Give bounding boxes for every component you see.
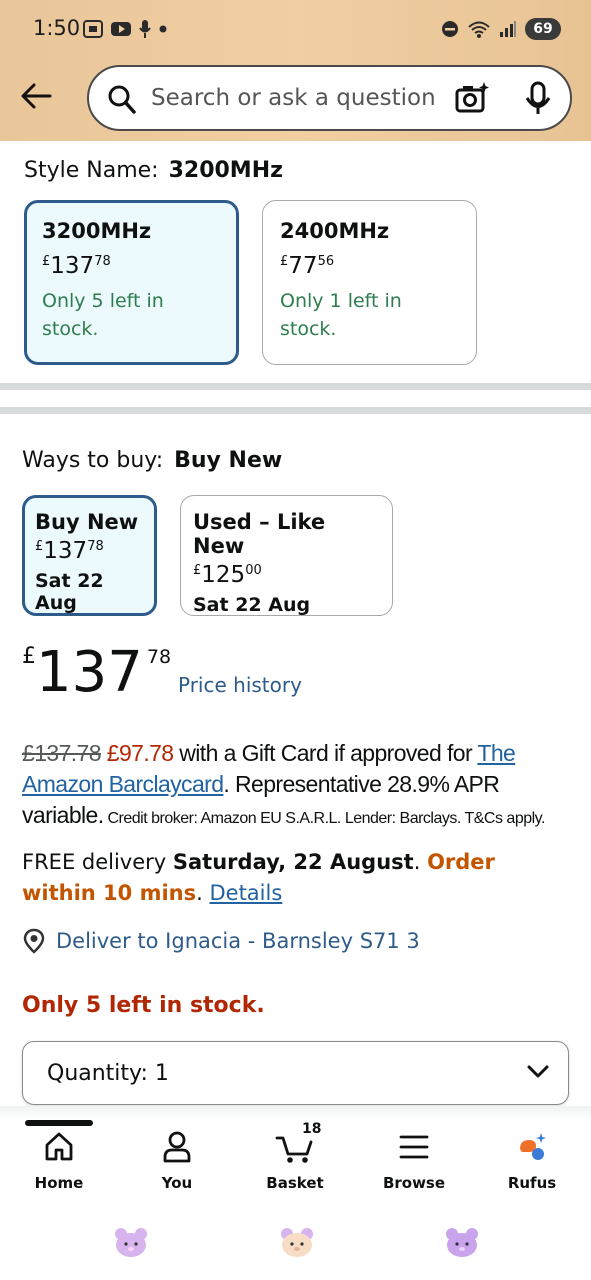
style-name-heading: Style Name: 3200MHz [24, 158, 283, 183]
status-time: 1:50 [33, 16, 81, 40]
style-name-selected: 3200MHz [168, 158, 283, 183]
quantity-label: Quantity: 1 [47, 1061, 169, 1086]
stock-warning: Only 5 left in stock. [22, 993, 265, 1018]
back-button[interactable] [16, 76, 56, 116]
style-option-name: 3200MHz [42, 219, 152, 243]
nav-you[interactable]: You [127, 1128, 227, 1192]
nav-label: Home [34, 1174, 84, 1192]
system-icons: 69 [441, 18, 561, 40]
offer-text: with a Gift Card if approved for [173, 740, 478, 766]
style-option-stock: Only 1 left in stock. [280, 290, 402, 340]
nav-basket[interactable]: 18 Basket [245, 1121, 345, 1192]
ways-to-buy-label: Ways to buy: [22, 448, 164, 473]
discounted-price: £97.78 [106, 740, 174, 766]
bottom-navigation: Home You 18 Basket Browse Rufus [0, 1121, 591, 1198]
youtube-icon [111, 22, 131, 36]
lilac-bear-icon[interactable] [113, 1226, 149, 1260]
style-option-name: 2400MHz [280, 219, 390, 243]
location-pin-icon [23, 928, 45, 954]
buy-option-used[interactable]: Used – Like New £12500 Sat 22 Aug [180, 495, 393, 616]
status-bar: 1:50 69 [0, 0, 591, 60]
search-input[interactable] [151, 81, 441, 115]
product-price: £137 78 [22, 640, 172, 705]
microphone-status-icon [139, 20, 151, 38]
screenshot-icon [83, 20, 103, 38]
menu-icon [399, 1135, 429, 1159]
deliver-to-text: Deliver to Ignacia - Barnsley S71 3 [56, 929, 420, 953]
camera-icon[interactable] [454, 81, 490, 115]
delivery-details-link[interactable]: Details [209, 881, 282, 905]
buy-option-price: £13778 [35, 538, 104, 564]
gift-card-offer: £137.78 £97.78 with a Gift Card if appro… [22, 738, 567, 834]
microphone-icon[interactable] [523, 81, 553, 117]
chevron-down-icon [527, 1065, 549, 1078]
dot-icon [159, 25, 167, 33]
offer-small-print: Credit broker: Amazon EU S.A.R.L. Lender… [103, 810, 545, 827]
app-header: 1:50 69 [0, 0, 591, 141]
delivery-date: Saturday, 22 August [172, 850, 414, 874]
search-icon [108, 85, 136, 114]
quantity-dropdown[interactable]: Quantity: 1 [22, 1041, 569, 1105]
style-option-price: £13778 [42, 253, 111, 279]
nav-rufus[interactable]: Rufus [482, 1128, 582, 1192]
buy-option-new[interactable]: Buy New £13778 Sat 22 Aug [22, 495, 157, 616]
do-not-disturb-icon [442, 21, 458, 37]
rufus-icon [520, 1133, 546, 1160]
nav-label: You [161, 1174, 193, 1192]
ways-to-buy-heading: Ways to buy: Buy New [22, 448, 282, 473]
nav-browse[interactable]: Browse [364, 1128, 464, 1192]
notification-icons [82, 19, 168, 39]
wifi-icon [468, 21, 490, 38]
ways-to-buy-selected: Buy New [174, 448, 283, 473]
buy-option-name: Used – Like New [193, 510, 326, 558]
nav-shadow [0, 1106, 591, 1120]
delivery-info: FREE delivery Saturday, 22 August. Order… [22, 850, 495, 905]
battery-indicator: 69 [525, 18, 561, 40]
price-history-link[interactable]: Price history [178, 673, 302, 697]
search-bar[interactable] [87, 65, 572, 131]
quantity-value: 1 [154, 1061, 169, 1086]
buy-option-name: Buy New [35, 510, 139, 534]
arrow-left-icon [21, 83, 52, 109]
signal-icon [500, 21, 516, 37]
delivery-prefix: FREE delivery [22, 850, 173, 874]
buy-option-date: Sat 22 Aug [35, 570, 104, 614]
section-divider [0, 407, 591, 414]
nav-label: Rufus [507, 1174, 557, 1192]
deliver-to-location[interactable]: Deliver to Ignacia - Barnsley S71 3 [22, 928, 420, 954]
nav-label: Basket [266, 1174, 324, 1192]
active-tab-indicator [25, 1120, 93, 1126]
nav-home[interactable]: Home [9, 1128, 109, 1192]
style-option-stock: Only 5 left in stock. [42, 290, 164, 340]
section-divider [0, 383, 591, 390]
style-name-label: Style Name: [24, 158, 159, 183]
buy-option-price: £12500 [193, 562, 262, 588]
buy-option-date: Sat 22 Aug [193, 594, 311, 616]
peach-bear-icon[interactable] [279, 1226, 315, 1260]
nav-label: Browse [382, 1174, 446, 1192]
home-icon [45, 1132, 73, 1161]
user-icon [163, 1131, 191, 1163]
style-option-3200mhz[interactable]: 3200MHz £13778 Only 5 left in stock. [24, 200, 239, 365]
basket-count: 18 [302, 1121, 322, 1137]
purple-bear-icon[interactable] [444, 1226, 480, 1260]
old-price: £137.78 [22, 740, 102, 766]
style-option-price: £7756 [280, 253, 335, 279]
style-option-2400mhz[interactable]: 2400MHz £7756 Only 1 left in stock. [262, 200, 477, 365]
